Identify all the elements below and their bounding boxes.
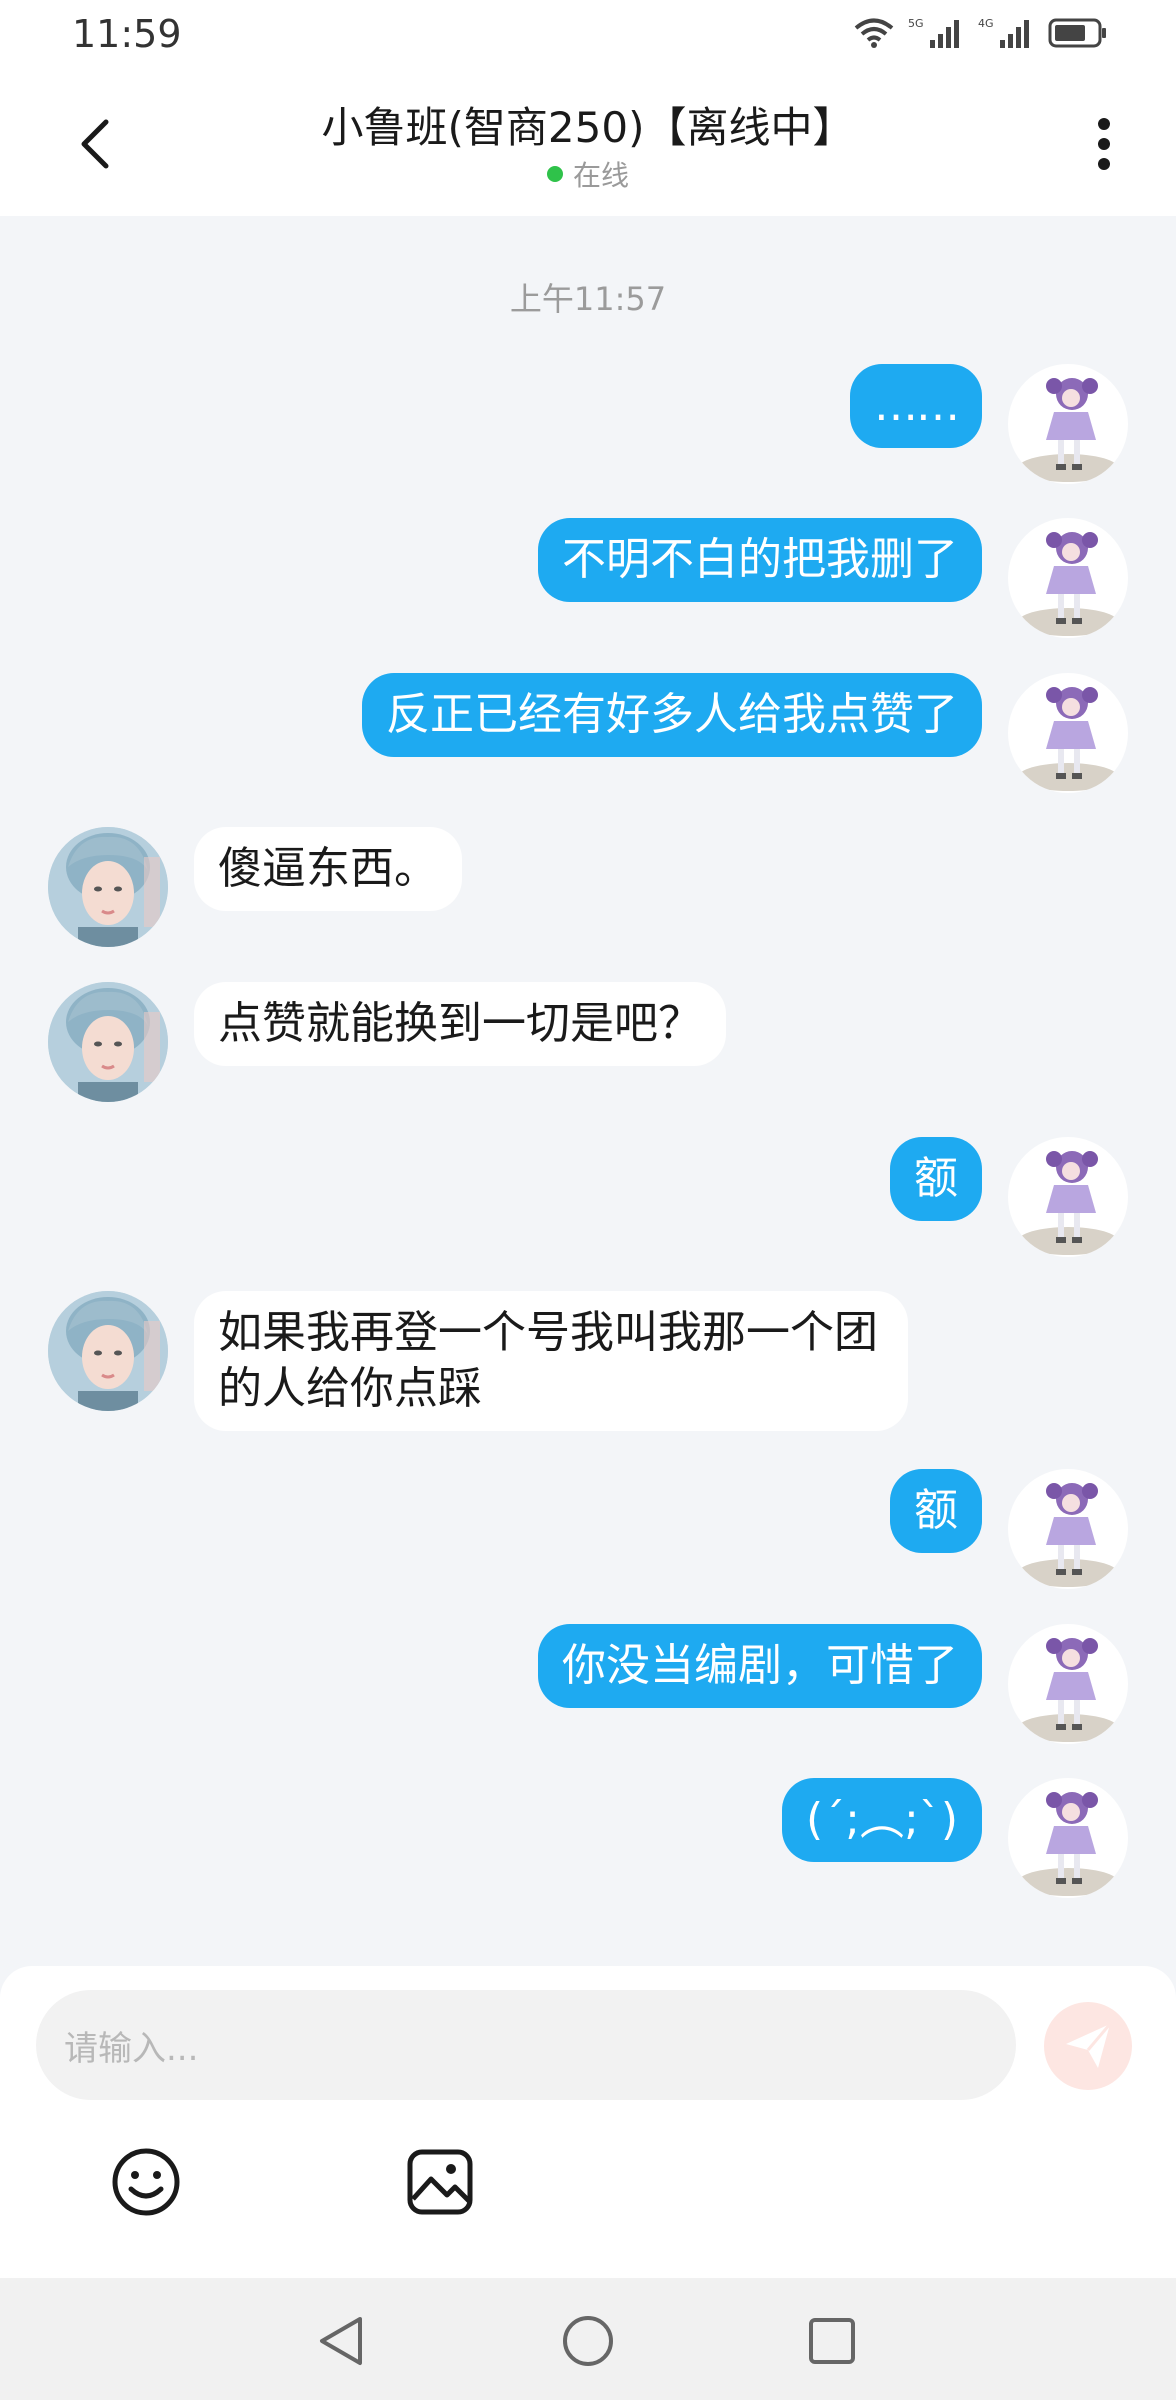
more-options-button[interactable] — [1084, 112, 1124, 176]
contact-avatar[interactable] — [48, 1291, 168, 1411]
contact-avatar[interactable] — [48, 982, 168, 1102]
chat-area[interactable]: 上午11:57 …… 不明不白的把我删了 反正已经有好多人给我点赞了 傻逼东西。… — [0, 216, 1176, 1966]
message-bubble-sent[interactable]: 你没当编剧，可惜了 — [538, 1624, 982, 1708]
signal-4g-icon: 4G — [978, 17, 1029, 48]
more-vertical-icon — [1098, 118, 1110, 170]
message-bubble-sent[interactable]: 额 — [890, 1137, 982, 1221]
message-bubble-sent[interactable]: …… — [850, 364, 982, 448]
net-label-5g: 5G — [908, 17, 924, 30]
system-nav-bar — [0, 2278, 1176, 2400]
my-avatar[interactable] — [1008, 673, 1128, 793]
nav-home-button[interactable] — [553, 2306, 623, 2376]
triangle-back-icon — [320, 2317, 362, 2365]
net-label-4g: 4G — [978, 17, 994, 30]
message-bubble-sent[interactable]: 反正已经有好多人给我点赞了 — [362, 673, 982, 757]
chat-title: 小鲁班(智商250)【离线中】 — [321, 103, 855, 152]
circle-home-icon — [563, 2316, 613, 2366]
send-button[interactable] — [1044, 2002, 1132, 2090]
send-icon — [1066, 2023, 1112, 2068]
message-bubble-received[interactable]: 如果我再登一个号我叫我那一个团的人给你点踩 — [194, 1291, 908, 1431]
nav-recents-button[interactable] — [797, 2306, 867, 2376]
message-bubble-sent[interactable]: (´;︵;`) — [782, 1778, 982, 1862]
nav-back-button[interactable] — [306, 2306, 376, 2376]
smiley-icon — [112, 2148, 180, 2216]
message-bubble-sent[interactable]: 额 — [890, 1469, 982, 1553]
square-recents-icon — [809, 2318, 855, 2364]
message-input[interactable]: 请输入... — [36, 1990, 1016, 2100]
presence-status: 在线 — [0, 154, 1176, 194]
wifi-icon — [854, 18, 894, 48]
contact-avatar[interactable] — [48, 827, 168, 947]
message-bubble-received[interactable]: 点赞就能换到一切是吧？ — [194, 982, 726, 1066]
emoji-button[interactable] — [106, 2142, 186, 2222]
my-avatar[interactable] — [1008, 1778, 1128, 1898]
image-icon — [407, 2149, 473, 2215]
message-bubble-sent[interactable]: 不明不白的把我删了 — [538, 518, 982, 602]
status-bar: 11:59 5G 4G — [0, 0, 1176, 72]
my-avatar[interactable] — [1008, 1137, 1128, 1257]
message-timestamp: 上午11:57 — [509, 280, 667, 318]
online-dot-icon — [546, 166, 563, 182]
presence-label: 在线 — [572, 159, 629, 192]
message-bubble-received[interactable]: 傻逼东西。 — [194, 827, 462, 911]
chat-header: 小鲁班(智商250)【离线中】 在线 — [0, 72, 1176, 216]
input-panel: 请输入... — [0, 1966, 1176, 2278]
my-avatar[interactable] — [1008, 1624, 1128, 1744]
status-time: 11:59 — [72, 12, 182, 56]
image-button[interactable] — [400, 2142, 480, 2222]
battery-icon — [1048, 18, 1106, 48]
status-icons: 5G 4G — [854, 16, 1108, 50]
my-avatar[interactable] — [1008, 364, 1128, 484]
my-avatar[interactable] — [1008, 1469, 1128, 1589]
my-avatar[interactable] — [1008, 518, 1128, 638]
signal-5g-icon: 5G — [908, 17, 959, 48]
